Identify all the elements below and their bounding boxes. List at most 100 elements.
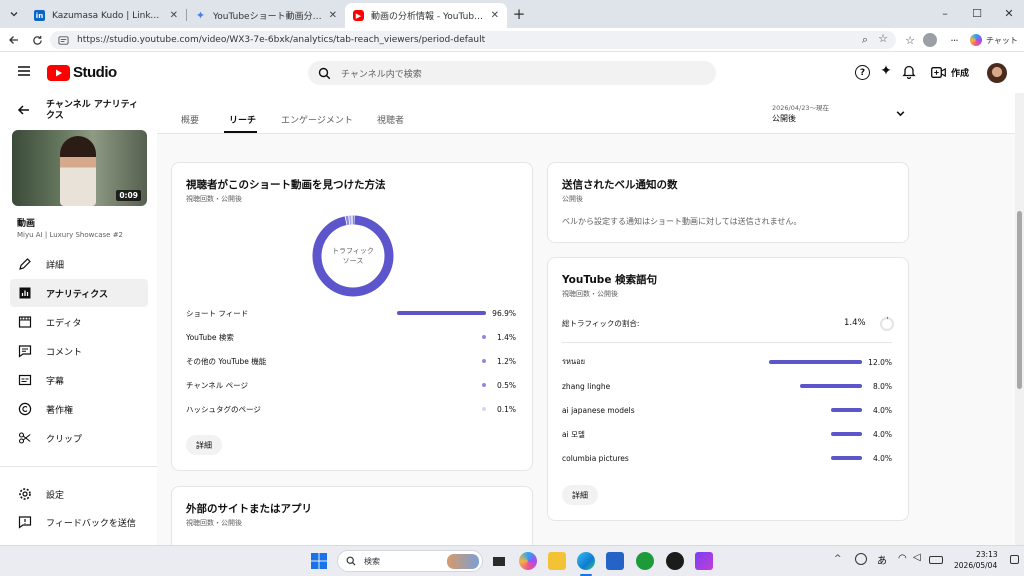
sidebar-item-analytics[interactable]: アナリティクス <box>10 279 148 307</box>
sidebar-item-editor[interactable]: エディタ <box>10 308 148 336</box>
arrow-left-icon <box>17 105 29 115</box>
browser-tab-linkedin[interactable]: in Kazumasa Kudo | LinkedIn ✕ <box>26 3 186 28</box>
ime-indicator[interactable]: あ <box>877 552 887 567</box>
more-menu-button[interactable]: ··· <box>946 32 962 48</box>
battery-icon[interactable] <box>929 556 943 564</box>
period-selector[interactable]: 2026/04/23～現在 公開後 <box>772 100 912 126</box>
chevron-down-icon <box>896 111 905 117</box>
back-button[interactable] <box>6 32 22 48</box>
clock-date[interactable]: 2026/05/04 <box>954 561 997 570</box>
video-title: Miyu AI | Luxury Showcase #2 <box>17 231 124 239</box>
notifications-button[interactable] <box>902 64 916 82</box>
tab-audience[interactable]: 視聴者 <box>377 113 404 126</box>
notification-center-icon[interactable] <box>1010 555 1019 564</box>
studio-logo[interactable]: Studio <box>47 64 117 81</box>
profile-avatar[interactable] <box>923 33 937 47</box>
xbox-icon[interactable] <box>636 552 654 570</box>
windows-logo-icon <box>311 553 327 569</box>
row-bar <box>831 408 862 412</box>
reload-button[interactable] <box>29 32 45 48</box>
ring-track <box>879 316 895 332</box>
list-item: YouTube 検索 1.4% <box>186 330 516 344</box>
row-value: 4.0% <box>872 405 892 415</box>
wifi-icon[interactable]: ◠ <box>898 553 907 564</box>
sidebar-item-copyright[interactable]: 著作権 <box>10 395 148 423</box>
video-thumbnail[interactable]: 0:09 <box>12 130 147 206</box>
create-button[interactable]: 作成 <box>931 63 969 81</box>
reload-icon <box>32 35 42 45</box>
comment-icon <box>17 343 33 359</box>
favorites-button[interactable]: ☆ <box>902 32 918 48</box>
store-icon[interactable] <box>606 552 624 570</box>
row-label: ai 모델 <box>562 429 585 439</box>
search-details-button[interactable]: 詳細 <box>562 485 598 505</box>
sidebar-item-clips[interactable]: クリップ <box>10 424 148 452</box>
channel-search-input[interactable]: チャンネル内で検索 <box>308 61 716 85</box>
sidebar-item-subtitles[interactable]: 字幕 <box>10 366 148 394</box>
card-title: 視聴者がこのショート動画を見つけた方法 <box>186 179 386 191</box>
row-label: ハッシュタグのページ <box>186 404 261 414</box>
clipchamp-icon[interactable] <box>695 552 713 570</box>
volume-icon[interactable]: ◁ <box>913 552 921 563</box>
row-value: 0.5% <box>496 380 516 390</box>
edge-browser-icon[interactable] <box>577 552 595 570</box>
bookmark-star-icon[interactable]: ☆ <box>878 32 888 45</box>
close-icon[interactable]: ✕ <box>170 10 178 21</box>
ai-sparkle-button[interactable]: ✦ <box>878 63 894 79</box>
maximize-button[interactable]: ☐ <box>962 3 992 23</box>
back-to-channel-button[interactable] <box>17 103 31 120</box>
row-bar <box>831 456 862 460</box>
window-close-button[interactable]: ✕ <box>994 3 1024 23</box>
bell-message: ベルから設定する通知はショート動画に対しては送信されません。 <box>562 217 802 226</box>
close-icon[interactable]: ✕ <box>329 10 337 21</box>
list-item: ショート フィード 96.9% <box>186 306 516 320</box>
show-hidden-icons[interactable]: ^ <box>834 554 842 564</box>
card-subtitle: 視聴回数・公開後 <box>186 195 242 203</box>
address-bar[interactable]: https://studio.youtube.com/video/WX3-7e-… <box>50 31 896 49</box>
total-traffic-value: 1.4% <box>844 318 866 328</box>
row-bar <box>397 311 486 315</box>
search-icon <box>346 556 356 566</box>
weather-icon[interactable] <box>855 553 867 565</box>
copilot-app-icon[interactable] <box>519 552 537 570</box>
task-view-icon[interactable] <box>490 552 508 570</box>
tab-reach[interactable]: リーチ <box>229 113 256 126</box>
sidebar-item-comments[interactable]: コメント <box>10 337 148 365</box>
minimize-button[interactable]: – <box>930 3 960 23</box>
file-explorer-icon[interactable] <box>548 552 566 570</box>
help-button[interactable]: ? <box>855 65 870 80</box>
row-bar <box>769 360 862 364</box>
close-icon[interactable]: ✕ <box>491 10 499 21</box>
row-label: ショート フィード <box>186 308 249 318</box>
traffic-details-button[interactable]: 詳細 <box>186 435 222 455</box>
sidebar-item-feedback[interactable]: フィードバックを送信 <box>10 508 148 536</box>
zoom-icon[interactable]: ⌕ <box>862 33 868 47</box>
sidebar-item-details[interactable]: 詳細 <box>10 250 148 278</box>
copilot-chat-button[interactable]: チャット <box>970 32 1018 48</box>
clock-time[interactable]: 23:13 <box>976 550 998 559</box>
sidebar-item-settings[interactable]: 設定 <box>10 480 148 508</box>
tab-search-button[interactable] <box>6 6 22 22</box>
start-button[interactable] <box>311 553 327 569</box>
bell-notifications-card: 送信されたベル通知の数 公開後 ベルから設定する通知はショート動画に対しては送信… <box>547 162 909 243</box>
app-icon[interactable] <box>666 552 684 570</box>
page-scrollbar[interactable] <box>1015 93 1024 545</box>
browser-tab-youtube-studio[interactable]: ▶ 動画の分析情報 - YouTube Studio ✕ <box>345 3 507 28</box>
taskbar-search[interactable]: 検索 <box>337 550 483 572</box>
row-value: 12.0% <box>868 357 892 367</box>
favorites-icon: ☆ <box>905 33 915 47</box>
tab-overview[interactable]: 概要 <box>181 113 199 126</box>
site-info-icon[interactable] <box>58 35 69 46</box>
tab-engagement[interactable]: エンゲージメント <box>281 113 353 126</box>
account-avatar[interactable] <box>987 63 1007 83</box>
row-label: チャンネル ページ <box>186 380 249 390</box>
browser-tab-gemini[interactable]: ✦ YouTubeショート動画分析と改善提案 ✕ <box>187 3 345 28</box>
menu-button[interactable] <box>16 64 34 80</box>
card-subtitle: 視聴回数・公開後 <box>186 519 242 527</box>
new-tab-button[interactable]: + <box>510 5 528 23</box>
copilot-icon <box>970 34 982 46</box>
editor-icon <box>17 314 33 330</box>
linkedin-icon: in <box>34 10 45 21</box>
row-label: zhang linghe <box>562 381 611 391</box>
scrollbar-thumb[interactable] <box>1017 211 1022 389</box>
